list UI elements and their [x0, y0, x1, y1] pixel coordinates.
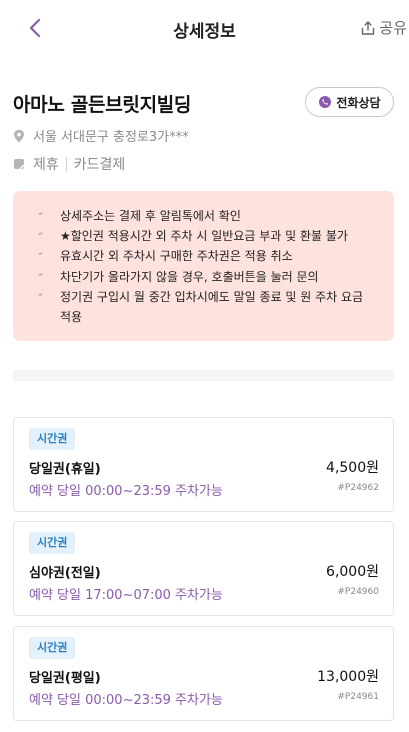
feature-tags: 제휴 카드결제 — [13, 154, 125, 174]
notice-text: 정기권 구입시 월 중간 입차시에도 말일 종료 및 원 주차 요금 — [60, 289, 364, 304]
card-tag-icon — [14, 159, 25, 170]
address-text: 서울 서대문구 충정로3가*** — [33, 130, 189, 145]
ticket-name: 당일권(휴일) — [29, 462, 101, 477]
top-bar: 상세정보 공유 — [0, 0, 409, 56]
parking-lot-name: 아마노 골든브릿지빌딩 — [13, 94, 192, 116]
ticket-price: 4,500원 — [326, 460, 379, 476]
notice-box: 상세주소는 결제 후 알림톡에서 확인 ★할인권 적용시간 외 주차 시 일반요… — [13, 191, 394, 341]
section-divider — [13, 370, 394, 381]
ticket-type-badge: 시간권 — [29, 532, 76, 554]
notice-text: 상세주소는 결제 후 알림톡에서 확인 — [60, 209, 241, 223]
notice-text: 차단기가 올라가지 않을 경우, 호출버튼을 눌러 문의 — [60, 269, 319, 284]
ticket-time: 예약 당일 00:00~23:59 주차가능 — [29, 693, 223, 708]
notice-item: 상세주소는 결제 후 알림톡에서 확인 — [35, 206, 374, 226]
ticket-code: #P24960 — [337, 587, 379, 597]
phone-icon — [319, 96, 332, 108]
ticket-time: 예약 당일 17:00~07:00 주차가능 — [29, 588, 223, 603]
share-icon — [362, 20, 375, 35]
ticket-name: 당일권(평일) — [29, 671, 101, 686]
ticket-price: 13,000원 — [317, 669, 379, 685]
ticket-type-badge: 시간권 — [29, 637, 76, 659]
check-icon — [38, 293, 43, 296]
notice-text-continued: 적용 — [60, 310, 83, 325]
check-icon — [38, 232, 43, 235]
notice-item: 차단기가 올라가지 않을 경우, 호출버튼을 눌러 문의 — [35, 267, 374, 287]
location-pin-icon — [14, 129, 24, 142]
tag-divider — [65, 156, 67, 172]
check-icon — [38, 212, 43, 215]
share-button[interactable]: 공유 — [360, 17, 407, 38]
notice-text: 유효시간 외 주차시 구매한 주차권은 적용 취소 — [60, 249, 293, 264]
ticket-code: #P24962 — [337, 483, 379, 493]
notice-text: ★할인권 적용시간 외 주차 시 일반요금 부과 및 환불 불가 — [60, 229, 348, 244]
check-icon — [38, 252, 43, 256]
check-icon — [38, 272, 43, 276]
page-title: 상세정보 — [173, 22, 236, 42]
ticket-type-badge: 시간권 — [29, 428, 76, 450]
ticket-card[interactable]: 시간권 당일권(휴일) 4,500원 예약 당일 00:00~23:59 주차가… — [13, 417, 394, 512]
address-row: 서울 서대문구 충정로3가*** — [13, 126, 189, 145]
tag-partner: 제휴 — [33, 157, 59, 173]
ticket-code: #P24961 — [337, 692, 379, 702]
call-consult-label: 전화상담 — [336, 95, 381, 110]
call-consult-button[interactable]: 전화상담 — [305, 87, 394, 117]
notice-item: 유효시간 외 주차시 구매한 주차권은 적용 취소 — [35, 246, 374, 266]
ticket-name: 심야권(전일) — [29, 566, 101, 581]
tag-card-payment: 카드결제 — [73, 157, 126, 173]
ticket-price: 6,000원 — [326, 564, 379, 580]
ticket-time: 예약 당일 00:00~23:59 주차가능 — [29, 484, 223, 499]
ticket-card[interactable]: 시간권 당일권(평일) 13,000원 예약 당일 00:00~23:59 주차… — [13, 626, 394, 721]
share-label: 공유 — [379, 19, 407, 37]
notice-item: 정기권 구입시 월 중간 입차시에도 말일 종료 및 원 주차 요금 적용 — [35, 287, 374, 327]
ticket-card[interactable]: 시간권 심야권(전일) 6,000원 예약 당일 17:00~07:00 주차가… — [13, 521, 394, 616]
notice-item: ★할인권 적용시간 외 주차 시 일반요금 부과 및 환불 불가 — [35, 226, 374, 246]
